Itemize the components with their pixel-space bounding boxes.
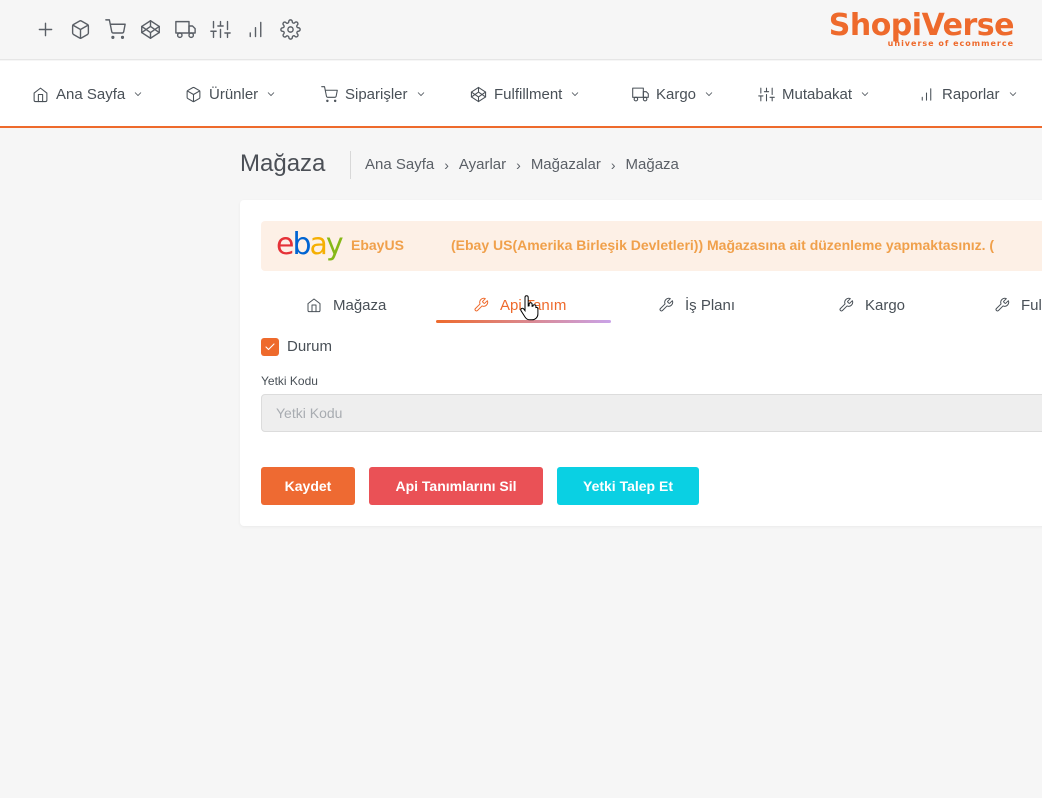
chevron-down-icon (1009, 92, 1016, 97)
box-icon (186, 86, 201, 102)
store-name: EbayUS (351, 237, 404, 253)
breadcrumb-ayarlar[interactable]: Ayarlar (459, 156, 506, 173)
truck-icon (632, 87, 649, 101)
nav-item-urunler[interactable]: Ürünler (185, 83, 277, 105)
save-button[interactable]: Kaydet (261, 467, 355, 505)
nav-item-label: Kargo (656, 85, 697, 103)
check-icon (265, 343, 275, 351)
ebay-logo: ebay (276, 227, 344, 262)
truck-icon[interactable] (173, 17, 197, 41)
wrench-icon (839, 297, 854, 312)
cart-icon[interactable] (103, 17, 127, 41)
nav-item-label: Mutabakat (782, 85, 853, 103)
bar-chart-icon[interactable] (243, 17, 267, 41)
chevron-down-icon (417, 92, 424, 97)
tab-magaza[interactable]: Mağaza (306, 293, 386, 317)
banner-message: (Ebay US(Amerika Birleşik Devletleri)) M… (451, 237, 995, 253)
chevron-down-icon (861, 92, 869, 97)
nav-item-label: Ana Sayfa (56, 85, 126, 103)
breadcrumb: Ana Sayfa › Ayarlar › Mağazalar › Mağaza (365, 156, 679, 173)
nav-item-mutabakat[interactable]: Mutabakat (758, 83, 871, 105)
chevron-down-icon (267, 92, 275, 97)
nav-item-label: Ürünler (209, 85, 259, 103)
nav-item-siparisler[interactable]: Siparişler (321, 83, 427, 105)
plus-icon[interactable] (33, 17, 57, 41)
request-auth-button[interactable]: Yetki Talep Et (557, 467, 699, 505)
brand-name: ShopiVerse (828, 8, 1015, 43)
sliders-icon[interactable] (208, 17, 232, 41)
breadcrumb-ana-sayfa[interactable]: Ana Sayfa (365, 156, 434, 173)
main-nav: Ana Sayfa Ürünler Siparişler Fulfillment… (0, 61, 1042, 128)
sliders-icon (758, 87, 775, 101)
nav-item-label: Fulfillment (494, 85, 563, 103)
tab-label: Ful (1021, 296, 1042, 314)
nav-item-label: Siparişler (345, 85, 408, 103)
store-info-banner: ebay EbayUS (Ebay US(Amerika Birleşik De… (261, 221, 1042, 271)
chevron-down-icon (134, 92, 142, 97)
wrench-icon (659, 297, 674, 312)
home-icon (307, 298, 321, 313)
tab-label: İş Planı (685, 296, 736, 314)
tab-label: Mağaza (333, 296, 387, 314)
box-icon[interactable] (68, 17, 92, 41)
tab-label: Kargo (865, 296, 906, 314)
codepen-icon (470, 86, 487, 102)
chevron-right-icon: › (610, 156, 616, 173)
home-icon (33, 87, 48, 102)
brand-logo[interactable]: ShopiVerse universe of ecommerce (828, 8, 1015, 49)
auth-code-input[interactable] (261, 394, 1042, 432)
cart-icon (321, 85, 338, 102)
breadcrumb-magaza: Mağaza (625, 156, 679, 173)
tab-kargo[interactable]: Kargo (838, 293, 905, 317)
chevron-right-icon: › (516, 156, 521, 173)
chevron-down-icon (705, 92, 713, 97)
bar-chart-icon (921, 87, 932, 101)
page-title: Mağaza (240, 150, 326, 177)
nav-item-kargo[interactable]: Kargo (632, 83, 715, 105)
tab-is-plani[interactable]: İş Planı (658, 293, 735, 317)
gear-icon[interactable] (278, 17, 302, 41)
chevron-down-icon (572, 92, 579, 97)
status-checkbox[interactable] (261, 338, 279, 356)
nav-item-ana-sayfa[interactable]: Ana Sayfa (32, 83, 144, 105)
codepen-icon[interactable] (138, 17, 162, 41)
title-divider (350, 151, 351, 179)
auth-code-label: Yetki Kodu (261, 374, 318, 388)
status-label: Durum (287, 338, 333, 355)
nav-item-label: Raporlar (942, 85, 1000, 103)
wrench-icon (995, 297, 1010, 312)
chevron-right-icon: › (444, 156, 449, 173)
delete-api-button[interactable]: Api Tanımlarını Sil (369, 467, 543, 505)
nav-item-raporlar[interactable]: Raporlar (918, 83, 1019, 105)
wrench-icon (474, 297, 489, 312)
tab-fulfillment[interactable]: Ful (994, 293, 1042, 317)
top-toolbar: ShopiVerse universe of ecommerce (0, 0, 1042, 60)
breadcrumb-magazalar[interactable]: Mağazalar (531, 156, 601, 173)
hand-cursor-icon (520, 295, 539, 321)
nav-item-fulfillment[interactable]: Fulfillment (470, 83, 581, 105)
